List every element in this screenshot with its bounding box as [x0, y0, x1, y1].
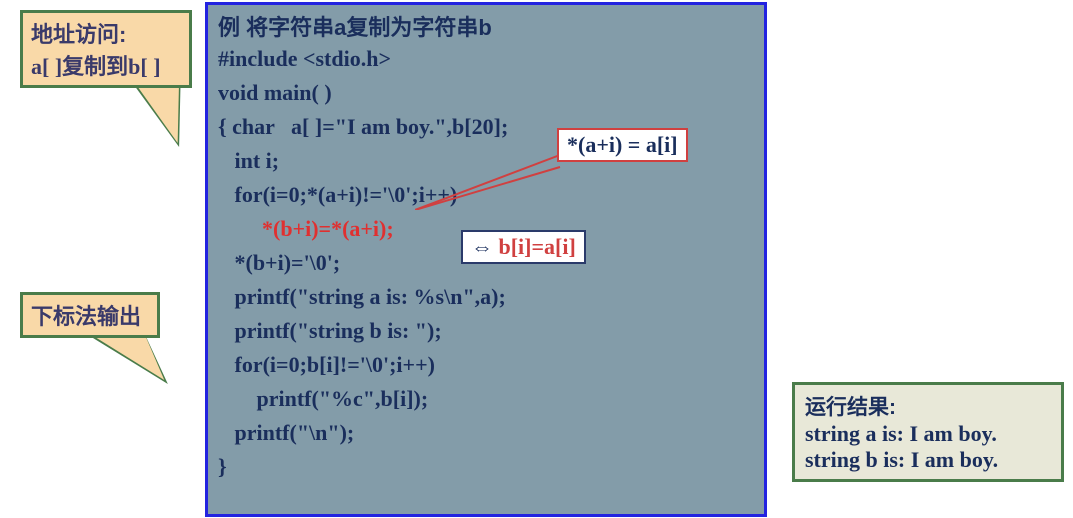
callout-subscript-output: 下标法输出	[20, 292, 160, 338]
code-line: for(i=0;b[i]!='\0';i++)	[218, 348, 754, 382]
result-title: 运行结果:	[805, 391, 1051, 421]
annotation-text: *(a+i) = a[i]	[567, 132, 678, 157]
callout-line: a[ ]复制到b[ ]	[31, 49, 181, 81]
code-title: 例 将字符串a复制为字符串b	[218, 10, 754, 42]
result-panel: 运行结果: string a is: I am boy. string b is…	[792, 382, 1064, 482]
annotation-subscript-equiv: ⇔ b[i]=a[i]	[461, 230, 586, 264]
annotation-text: b[i]=a[i]	[499, 234, 576, 259]
result-line: string a is: I am boy.	[805, 421, 1051, 447]
equiv-icon: ⇔	[471, 234, 499, 259]
code-line: printf("%c",b[i]);	[218, 382, 754, 416]
code-line: for(i=0;*(a+i)!='\0';i++)	[218, 178, 754, 212]
code-line: printf("\n");	[218, 416, 754, 450]
result-line: string b is: I am boy.	[805, 447, 1051, 473]
code-line: void main( )	[218, 76, 754, 110]
callout-text: 下标法输出	[31, 304, 141, 329]
callout-line: 地址访问:	[31, 17, 181, 49]
annotation-pointer-equiv: *(a+i) = a[i]	[557, 128, 688, 162]
code-line: #include <stdio.h>	[218, 42, 754, 76]
code-line: printf("string a is: %s\n",a);	[218, 280, 754, 314]
code-line: }	[218, 450, 754, 484]
code-line: printf("string b is: ");	[218, 314, 754, 348]
callout-address-access: 地址访问: a[ ]复制到b[ ]	[20, 10, 192, 88]
